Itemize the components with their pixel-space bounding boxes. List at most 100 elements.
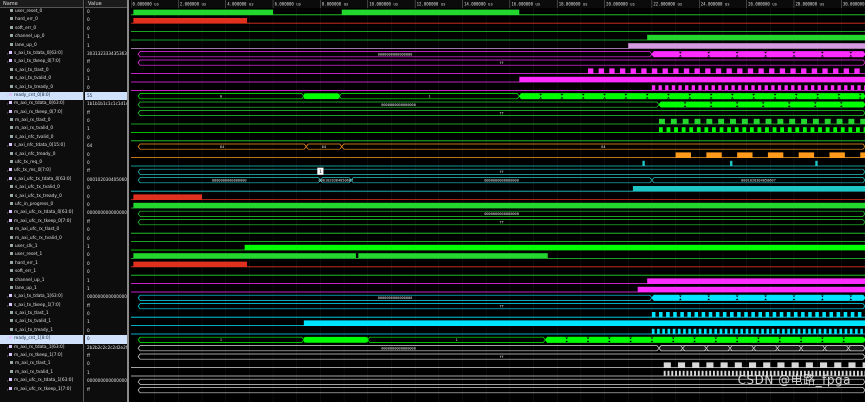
signal-row-name[interactable]: › m_axi_ufc_rx_tkeep_0[7:0] bbox=[0, 218, 83, 226]
signal-row-name[interactable]: m_axi_rx_tlast_1 bbox=[0, 360, 83, 368]
signal-row-name[interactable]: ufc_tx_req_0 bbox=[0, 159, 83, 167]
signal-row-name[interactable]: s_axi_tx_tlast_1 bbox=[0, 310, 83, 318]
bit-high-segment bbox=[663, 370, 666, 376]
signal-row-name[interactable]: › m_axi_ufc_rx_tdata_1[63:0] bbox=[0, 377, 83, 385]
bus-segment bbox=[689, 93, 712, 100]
bit-high-segment bbox=[749, 127, 754, 133]
expand-arrow-icon[interactable]: › bbox=[7, 100, 9, 108]
expand-arrow-icon[interactable]: › bbox=[7, 58, 9, 66]
signal-row-name[interactable]: › s_axi_ufc_tx_tdata_0[63:0] bbox=[0, 176, 83, 184]
bit-high-segment bbox=[848, 362, 856, 368]
signal-row-name[interactable]: hard_err_0 bbox=[0, 16, 83, 24]
waveform-viewer[interactable]: 0.000000 us 2.000000 us 4.000000 us 6.00000… bbox=[131, 0, 865, 402]
expand-arrow-icon[interactable]: › bbox=[7, 352, 9, 360]
signal-row-name[interactable]: › s_axi_tx_tdata_1[63:0] bbox=[0, 293, 83, 301]
bus-value-label: ff bbox=[499, 111, 503, 115]
bit-high-segment bbox=[705, 370, 708, 376]
bit-high-segment bbox=[843, 68, 850, 74]
expand-arrow-icon[interactable]: › bbox=[7, 377, 9, 385]
signal-name-label: ready_cnt_1[8:0] bbox=[14, 336, 51, 342]
signal-row-name[interactable]: › ready_cnt_1[8:0] bbox=[0, 335, 83, 344]
signal-row-name[interactable]: m_axi_rx_tvalid_1 bbox=[0, 369, 83, 377]
bus-signal-icon bbox=[9, 294, 12, 298]
signal-row-name[interactable]: soft_err_1 bbox=[0, 268, 83, 276]
signal-row-name[interactable]: lane_up_0 bbox=[0, 42, 83, 50]
signal-name-label: m_axi_rx_tvalid_0 bbox=[15, 126, 54, 132]
signal-row-name[interactable]: m_axi_rx_tlast_0 bbox=[0, 117, 83, 125]
expand-arrow-icon[interactable]: › bbox=[7, 142, 9, 150]
expand-arrow-icon[interactable]: › bbox=[7, 302, 9, 310]
signal-row-name[interactable]: s_axi_ufc_tx_tvalid_0 bbox=[0, 184, 83, 192]
signal-row-name[interactable]: › s_axi_tx_tkeep_0[7:0] bbox=[0, 58, 83, 66]
signal-row-name[interactable]: s_axi_tx_tready_0 bbox=[0, 84, 83, 92]
signal-value: 1 bbox=[87, 243, 90, 249]
expand-arrow-icon[interactable]: › bbox=[7, 167, 9, 175]
bit-high-segment bbox=[856, 127, 860, 133]
signal-row-name[interactable]: s_axi_ufc_tx_tready_0 bbox=[0, 193, 83, 201]
bit-high-segment bbox=[341, 9, 520, 15]
signal-row-name[interactable]: soft_err_0 bbox=[0, 25, 83, 33]
signal-value: 1 bbox=[87, 126, 90, 132]
signal-name-label: ufc_in_progress_0 bbox=[15, 201, 54, 207]
expand-arrow-icon[interactable]: › bbox=[7, 176, 9, 184]
signal-value: 0 bbox=[87, 361, 90, 367]
bus-fill bbox=[303, 337, 368, 343]
expand-arrow-icon[interactable]: › bbox=[7, 50, 9, 58]
signal-row-name[interactable]: › m_axi_rx_tkeep_0[7:0] bbox=[0, 109, 83, 117]
bus-segment bbox=[800, 345, 826, 352]
bit-high-segment bbox=[706, 118, 713, 124]
name-column-header[interactable]: Name bbox=[0, 0, 83, 8]
signal-row-name[interactable]: s_axi_nfc_tready_0 bbox=[0, 151, 83, 159]
signal-value: 1 bbox=[87, 42, 90, 48]
expand-arrow-icon[interactable]: › bbox=[7, 92, 9, 100]
expand-arrow-icon[interactable]: › bbox=[7, 218, 9, 226]
signal-row-name[interactable]: › m_axi_rx_tdata_1[63:0] bbox=[0, 344, 83, 352]
signal-row-name[interactable]: › m_axi_rx_tkeep_1[7:0] bbox=[0, 352, 83, 360]
signal-row-name[interactable]: user_reset_0 bbox=[0, 8, 83, 16]
signal-row-name[interactable]: s_axi_tx_tvalid_0 bbox=[0, 75, 83, 83]
signal-row-name[interactable]: › m_axi_ufc_rx_tdata_0[63:0] bbox=[0, 209, 83, 217]
signal-row-name[interactable]: hard_err_1 bbox=[0, 260, 83, 268]
signal-row-name[interactable]: user_clk_1 bbox=[0, 243, 83, 251]
bus-segment bbox=[758, 336, 781, 343]
bit-high-segment bbox=[797, 328, 801, 334]
signal-row-name[interactable]: m_axi_rx_tvalid_0 bbox=[0, 125, 83, 133]
signal-row-name[interactable]: › m_axi_rx_tdata_0[63:0] bbox=[0, 100, 83, 108]
signal-row-name[interactable]: channel_up_1 bbox=[0, 277, 83, 285]
bus-segment bbox=[582, 93, 605, 100]
signal-row-name[interactable]: m_axi_ufc_rx_tlast_0 bbox=[0, 226, 83, 234]
signal-row-name[interactable]: s_axi_tx_tlast_0 bbox=[0, 67, 83, 75]
signal-row-name[interactable]: › s_axi_tx_tkeep_1[7:0] bbox=[0, 302, 83, 310]
signal-row-name[interactable]: ufc_in_progress_0 bbox=[0, 201, 83, 209]
expand-arrow-icon[interactable]: › bbox=[7, 335, 9, 343]
bit-high-segment bbox=[694, 370, 696, 376]
bus-signal-icon bbox=[9, 386, 12, 390]
signal-row-name[interactable]: channel_up_0 bbox=[0, 33, 83, 41]
signal-row-name[interactable]: › m_axi_ufc_rx_tkeep_1[7:0] bbox=[0, 386, 83, 394]
bit-high-segment bbox=[840, 127, 845, 133]
signal-row-name[interactable]: › s_axi_tx_tdata_0[63:0] bbox=[0, 50, 83, 58]
signal-row-name[interactable]: › ready_cnt_0[8:0] bbox=[0, 91, 83, 101]
value-column-header[interactable]: Value bbox=[85, 0, 127, 8]
signal-row-name[interactable]: s_axi_tx_tvalid_1 bbox=[0, 318, 83, 326]
expand-arrow-icon[interactable]: › bbox=[7, 109, 9, 117]
signal-row-name[interactable]: s_axi_nfc_tvalid_0 bbox=[0, 134, 83, 142]
bus-fill bbox=[303, 93, 340, 99]
bit-high-segment bbox=[663, 362, 671, 368]
bit-high-segment bbox=[789, 118, 796, 124]
signal-value: ff bbox=[87, 109, 90, 115]
expand-arrow-icon[interactable]: › bbox=[7, 344, 9, 352]
signal-row-name[interactable]: m_axi_ufc_rx_tvalid_0 bbox=[0, 235, 83, 243]
expand-arrow-icon[interactable]: › bbox=[7, 386, 9, 394]
signal-row-name[interactable]: s_axi_tx_tready_1 bbox=[0, 327, 83, 335]
bit-high-segment bbox=[818, 328, 822, 334]
signal-row-name[interactable]: lane_up_1 bbox=[0, 285, 83, 293]
waveform-canvas[interactable]: 0.000000 us 2.000000 us 4.000000 us 6.00000… bbox=[131, 0, 865, 402]
signal-row-name[interactable]: › s_axi_nfc_tdata_0[15:0] bbox=[0, 142, 83, 150]
bit-signal-icon bbox=[10, 160, 13, 164]
signal-row-name[interactable]: › ufc_tx_ms_0[7:0] bbox=[0, 167, 83, 175]
value-column: Value 0 0 0 1 1 303132333435363? ff 0 1 0 55 1b1b1b… bbox=[85, 0, 129, 402]
signal-row-name[interactable]: user_reset_1 bbox=[0, 251, 83, 259]
expand-arrow-icon[interactable]: › bbox=[7, 209, 9, 217]
expand-arrow-icon[interactable]: › bbox=[7, 293, 9, 301]
